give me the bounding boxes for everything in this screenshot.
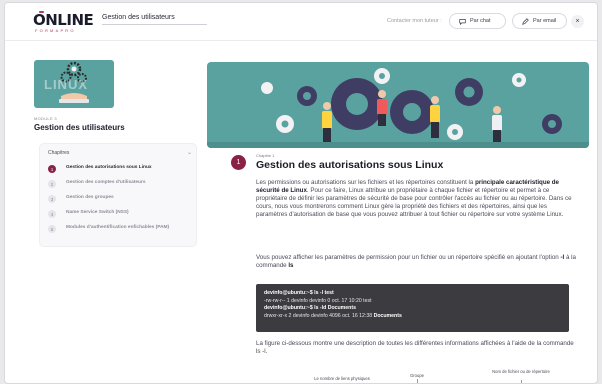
command-name: ls xyxy=(288,262,294,270)
diagram-pointer-line xyxy=(417,379,418,383)
logo-text: ONLINE xyxy=(33,11,94,29)
intro-paragraph: Les permissions ou autorisations sur les… xyxy=(256,179,576,219)
permissions-text-start: Vous pouvez afficher les paramètres de p… xyxy=(256,254,561,261)
chapters-heading: Chapitres xyxy=(48,150,70,156)
chat-button[interactable]: Par chat xyxy=(449,13,506,29)
chapter-label: Modules d'authentification enfichables (… xyxy=(66,225,170,230)
chat-button-label: Par chat xyxy=(470,18,491,24)
chapter-number: 5 xyxy=(48,225,56,233)
output-bold: Documents xyxy=(373,312,402,319)
module-title: Gestion des utilisateurs xyxy=(34,123,125,132)
intro-text-start: Les permissions ou autorisations sur les… xyxy=(256,179,476,186)
ls-output-diagram: Le nombre de liens physiques Groupe Nom … xyxy=(256,368,576,383)
chapter-label: Gestion des autorisations sous Linux xyxy=(66,165,152,170)
people-with-gears-illustration xyxy=(207,68,589,148)
hero-illustration xyxy=(207,62,589,148)
chapter-number: 3 xyxy=(48,195,56,203)
chat-icon xyxy=(459,18,466,25)
command: ls -l test xyxy=(312,290,334,296)
logo-subtext: FORMAPRO xyxy=(35,28,76,33)
chapter-label: Name Service Switch (NSS) xyxy=(66,210,129,215)
chevron-down-icon: ⌄ xyxy=(186,150,192,156)
thumbnail-text: LINUX xyxy=(44,77,88,92)
chapter-label: Gestion des comptes d'utilisateurs xyxy=(66,180,146,185)
diagram-label-filename: Nom de fichier ou de répertoire xyxy=(492,369,550,374)
chapter-number: 1 xyxy=(48,165,56,173)
close-button[interactable]: × xyxy=(571,15,584,28)
logo: ONLINE FORMAPRO xyxy=(33,11,94,35)
chapter-label: Chapitre 1 xyxy=(256,153,275,158)
pencil-icon xyxy=(522,17,529,25)
code-line-1: devinfo@ubuntu:~$ ls -l test xyxy=(264,290,561,298)
close-icon: × xyxy=(575,18,580,25)
chapter-item-5[interactable]: 5 Modules d'authentification enfichables… xyxy=(48,225,192,241)
module-label: MODULE 3 xyxy=(34,116,57,121)
command: ls -ld Documents xyxy=(312,305,356,312)
code-line-3: devinfo@ubuntu:~$ ls -ld Documents xyxy=(264,305,561,313)
diagram-label-links: Le nombre de liens physiques xyxy=(314,376,370,381)
prompt: devinfo@ubuntu:~$ xyxy=(264,290,313,296)
module-thumbnail: LINUX xyxy=(34,60,114,108)
prompt: devinfo@ubuntu:~$ xyxy=(264,305,313,312)
code-line-4: drwxr-xr-x 2 devinfo devinfo 4096 oct. 1… xyxy=(264,313,561,321)
diagram-pointer-line xyxy=(521,380,522,383)
chapter-label: Gestion des groupes xyxy=(66,195,114,200)
chapter-item-3[interactable]: 3 Gestion des groupes xyxy=(48,195,192,207)
email-button-label: Par email xyxy=(533,18,557,24)
chapters-toggle[interactable]: Chapitres ⌄ xyxy=(48,150,192,156)
chapters-panel: Chapitres ⌄ 1 Gestion des autorisations … xyxy=(39,143,197,247)
chapter-number: 4 xyxy=(48,210,56,218)
chapter-item-1[interactable]: 1 Gestion des autorisations sous Linux xyxy=(48,165,192,177)
code-block: devinfo@ubuntu:~$ ls -l test -rw-rw-r-- … xyxy=(256,284,569,332)
diagram-label-group: Groupe xyxy=(410,373,424,378)
figure-intro-paragraph: La figure ci-dessous montre une descript… xyxy=(256,340,574,356)
chapter-number: 2 xyxy=(48,180,56,188)
app-window: ONLINE FORMAPRO Gestion des utilisateurs… xyxy=(4,2,598,384)
chapter-number-badge: 1 xyxy=(231,155,246,170)
permissions-paragraph: Vous pouvez afficher les paramètres de p… xyxy=(256,254,576,270)
course-title: Gestion des utilisateurs xyxy=(102,14,207,25)
contact-tutor-label: Contacter mon tuteur : xyxy=(387,18,442,24)
chapter-item-2[interactable]: 2 Gestion des comptes d'utilisateurs xyxy=(48,180,192,192)
chapter-title: Gestion des autorisations sous Linux xyxy=(256,159,444,171)
email-button[interactable]: Par email xyxy=(512,13,567,29)
chapter-item-4[interactable]: 4 Name Service Switch (NSS) xyxy=(48,210,192,222)
output: drwxr-xr-x 2 devinfo devinfo 4096 oct. 1… xyxy=(264,312,374,319)
code-line-2: -rw-rw-r-- 1 devinfo devinfo 0 oct. 17 1… xyxy=(264,297,372,304)
top-bar: ONLINE FORMAPRO Gestion des utilisateurs… xyxy=(5,3,597,41)
